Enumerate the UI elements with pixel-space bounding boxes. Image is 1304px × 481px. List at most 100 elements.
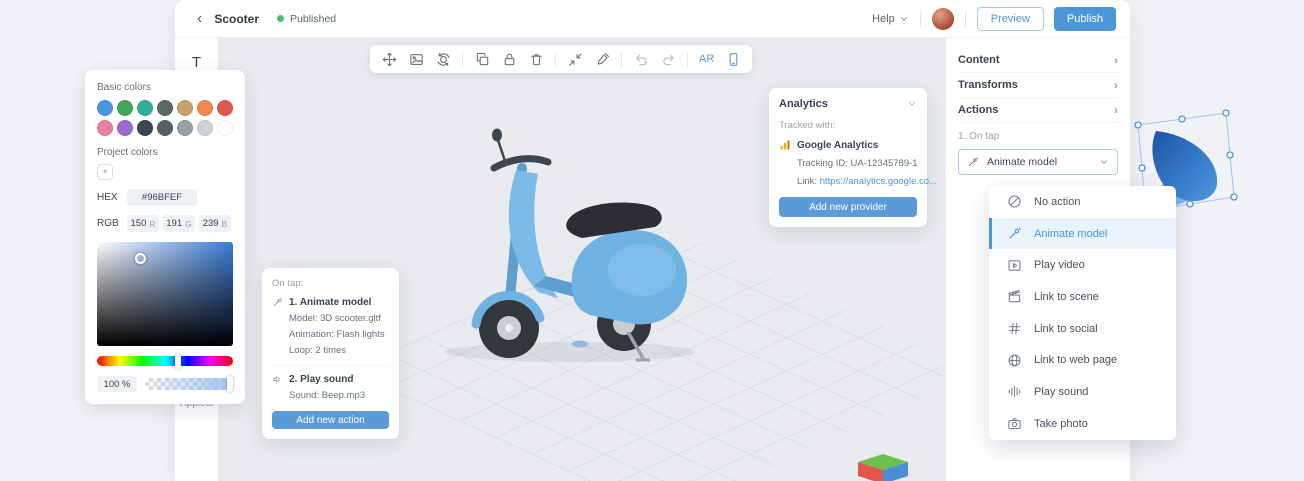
blue-input[interactable]: 239B bbox=[199, 215, 231, 232]
color-swatch[interactable] bbox=[97, 100, 113, 116]
add-new-provider-button[interactable]: Add new provider bbox=[779, 197, 917, 217]
color-swatch[interactable] bbox=[117, 120, 133, 136]
section-actions[interactable]: Actions › bbox=[958, 98, 1118, 123]
menu-item-play-video[interactable]: Play video bbox=[989, 249, 1176, 281]
color-swatch[interactable] bbox=[177, 100, 193, 116]
hue-handle[interactable] bbox=[175, 354, 181, 369]
duplicate-icon[interactable] bbox=[474, 51, 490, 67]
section-content[interactable]: Content › bbox=[958, 48, 1118, 73]
analytics-title: Analytics bbox=[779, 98, 828, 110]
action-dropdown-menu: No action Animate model Play video Link … bbox=[989, 186, 1176, 440]
saturation-value-area[interactable] bbox=[97, 242, 233, 346]
action-sound-row: 2. Play sound bbox=[272, 374, 389, 385]
delete-icon[interactable] bbox=[528, 51, 544, 67]
ar-mode-button[interactable]: AR bbox=[699, 53, 714, 65]
tracked-with-label: Tracked with: bbox=[779, 120, 917, 131]
basic-color-swatches bbox=[97, 100, 233, 136]
preview-button[interactable]: Preview bbox=[977, 7, 1044, 31]
play-video-icon bbox=[1007, 258, 1022, 273]
header-divider bbox=[920, 10, 921, 28]
add-project-color-button[interactable]: + bbox=[97, 164, 113, 180]
no-action-icon bbox=[1007, 194, 1022, 209]
menu-item-take-photo[interactable]: Take photo bbox=[989, 408, 1176, 440]
red-input[interactable]: 150R bbox=[127, 215, 159, 232]
menu-item-link-to-social[interactable]: Link to social bbox=[989, 313, 1176, 345]
menu-item-play-sound[interactable]: Play sound bbox=[989, 376, 1176, 408]
add-new-action-button[interactable]: Add new action bbox=[272, 411, 389, 429]
scooter-3d-model[interactable] bbox=[420, 120, 740, 370]
section-transforms[interactable]: Transforms › bbox=[958, 73, 1118, 98]
collapse-icon[interactable] bbox=[567, 51, 583, 67]
opacity-slider[interactable] bbox=[145, 378, 233, 390]
toolbar-divider bbox=[462, 52, 463, 67]
provider-row: Google Analytics bbox=[779, 139, 917, 151]
avatar[interactable] bbox=[932, 8, 954, 30]
chevron-right-icon: › bbox=[1114, 104, 1118, 116]
view-gizmo-cube[interactable] bbox=[856, 454, 910, 481]
divider bbox=[272, 365, 389, 366]
color-swatch[interactable] bbox=[157, 100, 173, 116]
tracking-link-row: Link: https://analytics.google.co... bbox=[797, 176, 917, 187]
opacity-input[interactable]: 100 % bbox=[97, 376, 137, 392]
material-dropper-icon[interactable] bbox=[594, 51, 610, 67]
replace-image-icon[interactable] bbox=[408, 51, 424, 67]
color-picker-panel: Basic colors Project colors + HEX #96BFE… bbox=[85, 70, 245, 404]
link-label: Link: bbox=[797, 176, 817, 187]
color-swatch[interactable] bbox=[97, 120, 113, 136]
color-swatch[interactable] bbox=[217, 100, 233, 116]
google-analytics-icon bbox=[779, 139, 791, 151]
color-cursor[interactable] bbox=[135, 253, 146, 264]
menu-item-link-to-web-page[interactable]: Link to web page bbox=[989, 344, 1176, 376]
move-tool-icon[interactable] bbox=[381, 51, 397, 67]
action1-loop: Loop: 2 times bbox=[289, 345, 389, 356]
publish-status: Published bbox=[277, 13, 336, 25]
back-icon[interactable]: ‹ bbox=[197, 11, 202, 27]
help-menu[interactable]: Help bbox=[872, 13, 909, 25]
text-tool-button[interactable]: T bbox=[175, 54, 218, 71]
mobile-preview-icon[interactable] bbox=[725, 51, 741, 67]
color-swatch[interactable] bbox=[217, 120, 233, 136]
undo-icon[interactable] bbox=[633, 51, 649, 67]
color-swatch[interactable] bbox=[157, 120, 173, 136]
section-content-label: Content bbox=[958, 54, 1000, 66]
menu-item-link-to-scene[interactable]: Link to scene bbox=[989, 281, 1176, 313]
chevron-down-icon bbox=[1099, 157, 1109, 167]
status-label: Published bbox=[290, 13, 336, 25]
chevron-right-icon: › bbox=[1114, 54, 1118, 66]
app-window: ‹ Scooter Published Help Preview Publish… bbox=[175, 0, 1130, 481]
section-transforms-label: Transforms bbox=[958, 79, 1018, 91]
menu-item-no-action[interactable]: No action bbox=[989, 186, 1176, 218]
redo-icon[interactable] bbox=[660, 51, 676, 67]
hash-icon bbox=[1007, 321, 1022, 336]
color-swatch[interactable] bbox=[197, 100, 213, 116]
tracking-link[interactable]: https://analytics.google.co... bbox=[820, 176, 937, 187]
publish-button[interactable]: Publish bbox=[1054, 7, 1116, 31]
tracking-id: Tracking ID: UA-12345789-1 bbox=[797, 158, 917, 169]
toolbar-divider bbox=[621, 52, 622, 67]
chevron-down-icon[interactable] bbox=[907, 99, 917, 109]
project-colors-label: Project colors bbox=[97, 147, 233, 158]
hex-input[interactable]: #96BFEF bbox=[127, 189, 197, 206]
chevron-down-icon bbox=[899, 14, 909, 24]
hue-slider[interactable] bbox=[97, 356, 233, 366]
lock-icon[interactable] bbox=[501, 51, 517, 67]
color-swatch[interactable] bbox=[137, 120, 153, 136]
project-title[interactable]: Scooter bbox=[214, 12, 259, 26]
action1-title: 1. Animate model bbox=[289, 297, 371, 308]
opacity-handle[interactable] bbox=[227, 376, 233, 392]
action1-animation: Animation: Flash lights bbox=[289, 329, 389, 340]
color-swatch[interactable] bbox=[197, 120, 213, 136]
3d-canvas[interactable]: AR On tap: 1. Animate model Model: 3D sc… bbox=[218, 38, 945, 481]
rotate-3d-icon[interactable] bbox=[435, 51, 451, 67]
green-input[interactable]: 191G bbox=[163, 215, 195, 232]
toolbar-divider bbox=[687, 52, 688, 67]
header-divider bbox=[965, 10, 966, 28]
color-swatch[interactable] bbox=[117, 100, 133, 116]
action-select[interactable]: Animate model bbox=[958, 149, 1118, 175]
on-tap-title: On tap: bbox=[272, 278, 389, 289]
speaker-icon bbox=[272, 374, 283, 385]
color-swatch[interactable] bbox=[137, 100, 153, 116]
action-animate-row: 1. Animate model bbox=[272, 297, 389, 308]
menu-item-animate-model[interactable]: Animate model bbox=[989, 218, 1176, 250]
color-swatch[interactable] bbox=[177, 120, 193, 136]
